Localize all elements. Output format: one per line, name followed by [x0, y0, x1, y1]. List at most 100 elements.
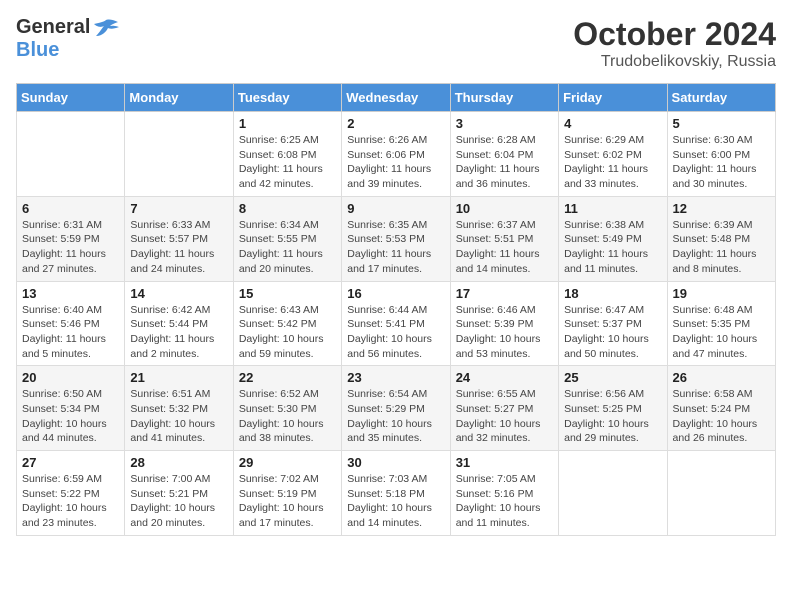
day-number: 28	[130, 455, 227, 470]
calendar-day-cell: 14 Sunrise: 6:42 AM Sunset: 5:44 PM Dayli…	[125, 281, 233, 366]
calendar-week-row: 20 Sunrise: 6:50 AM Sunset: 5:34 PM Dayli…	[17, 366, 776, 451]
day-info: Sunrise: 6:38 AM Sunset: 5:49 PM Dayligh…	[564, 218, 661, 277]
calendar-day-cell: 29 Sunrise: 7:02 AM Sunset: 5:19 PM Dayli…	[233, 451, 341, 536]
day-info: Sunrise: 7:03 AM Sunset: 5:18 PM Dayligh…	[347, 472, 444, 531]
day-number: 13	[22, 286, 119, 301]
title-block: October 2024 Trudobelikovskiy, Russia	[573, 16, 776, 71]
page-header: General Blue October 2024 Trudobelikovsk…	[16, 16, 776, 71]
day-info: Sunrise: 6:44 AM Sunset: 5:41 PM Dayligh…	[347, 303, 444, 362]
calendar-table: SundayMondayTuesdayWednesdayThursdayFrid…	[16, 83, 776, 536]
calendar-day-header: Monday	[125, 84, 233, 112]
calendar-day-cell: 15 Sunrise: 6:43 AM Sunset: 5:42 PM Dayli…	[233, 281, 341, 366]
day-info: Sunrise: 6:51 AM Sunset: 5:32 PM Dayligh…	[130, 387, 227, 446]
day-info: Sunrise: 7:05 AM Sunset: 5:16 PM Dayligh…	[456, 472, 553, 531]
logo-blue-text: Blue	[16, 39, 59, 61]
day-info: Sunrise: 7:02 AM Sunset: 5:19 PM Dayligh…	[239, 472, 336, 531]
calendar-day-cell: 16Sunrise: 6:44 AM Sunset: 5:41 PM Dayli…	[342, 281, 450, 366]
day-info: Sunrise: 6:37 AM Sunset: 5:51 PM Dayligh…	[456, 218, 553, 277]
day-info: Sunrise: 6:47 AM Sunset: 5:37 PM Dayligh…	[564, 303, 661, 362]
day-info: Sunrise: 6:50 AM Sunset: 5:34 PM Dayligh…	[22, 387, 119, 446]
day-number: 11	[564, 201, 661, 216]
day-info: Sunrise: 6:43 AM Sunset: 5:42 PM Dayligh…	[239, 303, 336, 362]
calendar-day-cell: 17Sunrise: 6:46 AM Sunset: 5:39 PM Dayli…	[450, 281, 558, 366]
day-info: Sunrise: 6:52 AM Sunset: 5:30 PM Dayligh…	[239, 387, 336, 446]
calendar-day-cell: 10 Sunrise: 6:37 AM Sunset: 5:51 PM Dayli…	[450, 196, 558, 281]
day-info: Sunrise: 6:26 AM Sunset: 6:06 PM Dayligh…	[347, 133, 444, 192]
calendar-week-row: 6Sunrise: 6:31 AM Sunset: 5:59 PM Daylig…	[17, 196, 776, 281]
day-info: Sunrise: 6:31 AM Sunset: 5:59 PM Dayligh…	[22, 218, 119, 277]
logo-bird-icon	[92, 18, 120, 38]
day-number: 9	[347, 201, 444, 216]
logo: General Blue	[16, 16, 120, 62]
calendar-day-cell: 2 Sunrise: 6:26 AM Sunset: 6:06 PM Daylig…	[342, 112, 450, 197]
month-title: October 2024	[573, 16, 776, 53]
calendar-day-cell	[125, 112, 233, 197]
day-number: 2	[347, 116, 444, 131]
calendar-day-cell: 20 Sunrise: 6:50 AM Sunset: 5:34 PM Dayli…	[17, 366, 125, 451]
calendar-day-cell: 7 Sunrise: 6:33 AM Sunset: 5:57 PM Daylig…	[125, 196, 233, 281]
day-number: 19	[673, 286, 770, 301]
calendar-day-cell: 13 Sunrise: 6:40 AM Sunset: 5:46 PM Dayli…	[17, 281, 125, 366]
day-info: Sunrise: 6:34 AM Sunset: 5:55 PM Dayligh…	[239, 218, 336, 277]
calendar-day-cell: 5Sunrise: 6:30 AM Sunset: 6:00 PM Daylig…	[667, 112, 775, 197]
day-number: 25	[564, 370, 661, 385]
day-info: Sunrise: 6:30 AM Sunset: 6:00 PM Dayligh…	[673, 133, 770, 192]
calendar-day-cell: 31Sunrise: 7:05 AM Sunset: 5:16 PM Dayli…	[450, 451, 558, 536]
day-info: Sunrise: 7:00 AM Sunset: 5:21 PM Dayligh…	[130, 472, 227, 531]
calendar-day-cell: 26Sunrise: 6:58 AM Sunset: 5:24 PM Dayli…	[667, 366, 775, 451]
day-number: 14	[130, 286, 227, 301]
calendar-day-cell: 6Sunrise: 6:31 AM Sunset: 5:59 PM Daylig…	[17, 196, 125, 281]
day-info: Sunrise: 6:56 AM Sunset: 5:25 PM Dayligh…	[564, 387, 661, 446]
day-number: 21	[130, 370, 227, 385]
day-number: 18	[564, 286, 661, 301]
day-info: Sunrise: 6:54 AM Sunset: 5:29 PM Dayligh…	[347, 387, 444, 446]
day-info: Sunrise: 6:28 AM Sunset: 6:04 PM Dayligh…	[456, 133, 553, 192]
day-number: 7	[130, 201, 227, 216]
calendar-week-row: 27Sunrise: 6:59 AM Sunset: 5:22 PM Dayli…	[17, 451, 776, 536]
calendar-day-cell	[559, 451, 667, 536]
day-info: Sunrise: 6:33 AM Sunset: 5:57 PM Dayligh…	[130, 218, 227, 277]
calendar-day-cell: 22 Sunrise: 6:52 AM Sunset: 5:30 PM Dayli…	[233, 366, 341, 451]
day-info: Sunrise: 6:42 AM Sunset: 5:44 PM Dayligh…	[130, 303, 227, 362]
calendar-day-cell: 3 Sunrise: 6:28 AM Sunset: 6:04 PM Daylig…	[450, 112, 558, 197]
day-number: 3	[456, 116, 553, 131]
day-info: Sunrise: 6:39 AM Sunset: 5:48 PM Dayligh…	[673, 218, 770, 277]
calendar-day-cell: 8 Sunrise: 6:34 AM Sunset: 5:55 PM Daylig…	[233, 196, 341, 281]
calendar-day-cell: 19 Sunrise: 6:48 AM Sunset: 5:35 PM Dayli…	[667, 281, 775, 366]
day-number: 22	[239, 370, 336, 385]
calendar-day-cell: 24 Sunrise: 6:55 AM Sunset: 5:27 PM Dayli…	[450, 366, 558, 451]
day-info: Sunrise: 6:25 AM Sunset: 6:08 PM Dayligh…	[239, 133, 336, 192]
calendar-day-cell: 23Sunrise: 6:54 AM Sunset: 5:29 PM Dayli…	[342, 366, 450, 451]
day-info: Sunrise: 6:40 AM Sunset: 5:46 PM Dayligh…	[22, 303, 119, 362]
calendar-day-cell: 27Sunrise: 6:59 AM Sunset: 5:22 PM Dayli…	[17, 451, 125, 536]
calendar-day-cell: 25 Sunrise: 6:56 AM Sunset: 5:25 PM Dayli…	[559, 366, 667, 451]
day-info: Sunrise: 6:55 AM Sunset: 5:27 PM Dayligh…	[456, 387, 553, 446]
logo-general-text: General	[16, 16, 90, 39]
day-info: Sunrise: 6:29 AM Sunset: 6:02 PM Dayligh…	[564, 133, 661, 192]
calendar-week-row: 13 Sunrise: 6:40 AM Sunset: 5:46 PM Dayli…	[17, 281, 776, 366]
calendar-day-cell	[667, 451, 775, 536]
calendar-header-row: SundayMondayTuesdayWednesdayThursdayFrid…	[17, 84, 776, 112]
calendar-week-row: 1Sunrise: 6:25 AM Sunset: 6:08 PM Daylig…	[17, 112, 776, 197]
day-number: 24	[456, 370, 553, 385]
location-title: Trudobelikovskiy, Russia	[573, 53, 776, 71]
calendar-day-cell: 30 Sunrise: 7:03 AM Sunset: 5:18 PM Dayli…	[342, 451, 450, 536]
day-number: 20	[22, 370, 119, 385]
calendar-day-cell: 28 Sunrise: 7:00 AM Sunset: 5:21 PM Dayli…	[125, 451, 233, 536]
calendar-day-header: Saturday	[667, 84, 775, 112]
day-info: Sunrise: 6:59 AM Sunset: 5:22 PM Dayligh…	[22, 472, 119, 531]
day-number: 30	[347, 455, 444, 470]
calendar-day-cell: 18 Sunrise: 6:47 AM Sunset: 5:37 PM Dayli…	[559, 281, 667, 366]
calendar-day-header: Sunday	[17, 84, 125, 112]
day-info: Sunrise: 6:48 AM Sunset: 5:35 PM Dayligh…	[673, 303, 770, 362]
calendar-day-cell: 12Sunrise: 6:39 AM Sunset: 5:48 PM Dayli…	[667, 196, 775, 281]
calendar-day-header: Wednesday	[342, 84, 450, 112]
day-number: 10	[456, 201, 553, 216]
day-number: 15	[239, 286, 336, 301]
day-number: 8	[239, 201, 336, 216]
day-number: 4	[564, 116, 661, 131]
day-number: 29	[239, 455, 336, 470]
calendar-day-cell: 4 Sunrise: 6:29 AM Sunset: 6:02 PM Daylig…	[559, 112, 667, 197]
calendar-day-cell: 9Sunrise: 6:35 AM Sunset: 5:53 PM Daylig…	[342, 196, 450, 281]
calendar-day-cell: 21 Sunrise: 6:51 AM Sunset: 5:32 PM Dayli…	[125, 366, 233, 451]
